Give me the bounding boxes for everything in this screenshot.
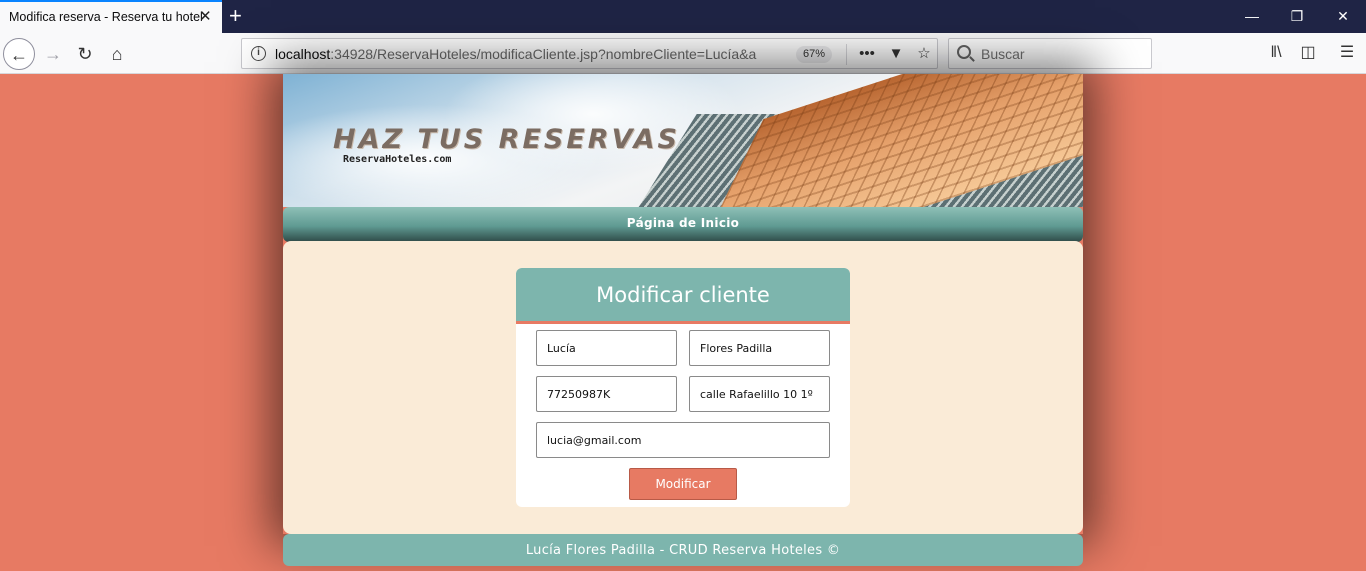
browser-titlebar: Modifica reserva - Reserva tu hotel ✕ + … xyxy=(0,0,1366,33)
reload-icon[interactable]: ↻ xyxy=(69,38,101,70)
window-close-icon[interactable]: ✕ xyxy=(1333,6,1353,26)
page-container: HAZ TUS RESERVAS ReservaHoteles.com Pági… xyxy=(283,74,1083,571)
library-icon[interactable]: ‖\ xyxy=(1266,43,1286,63)
form-header: Modificar cliente xyxy=(516,268,850,324)
email-field[interactable] xyxy=(536,422,830,458)
url-bar[interactable]: i localhost:34928/ReservaHoteles/modific… xyxy=(241,38,938,69)
search-placeholder: Buscar xyxy=(981,46,1025,62)
header-banner: HAZ TUS RESERVAS ReservaHoteles.com xyxy=(283,74,1083,207)
zoom-indicator[interactable]: 67% xyxy=(796,46,833,63)
url-host: localhost xyxy=(275,46,331,62)
sidebar-icon[interactable]: ◫ xyxy=(1298,43,1318,63)
nav-home-link[interactable]: Página de Inicio xyxy=(627,216,739,230)
url-divider xyxy=(846,44,847,65)
footer-text: Lucía Flores Padilla - CRUD Reserva Hote… xyxy=(525,543,841,558)
browser-navbar: ← → ↻ ⌂ i localhost:34928/ReservaHoteles… xyxy=(0,33,1366,74)
search-bar[interactable]: Buscar xyxy=(948,38,1152,69)
home-icon[interactable]: ⌂ xyxy=(101,38,133,70)
banner-subtitle: ReservaHoteles.com xyxy=(343,154,452,165)
apellidos-field[interactable] xyxy=(689,330,830,366)
pocket-icon[interactable]: ▼ xyxy=(886,44,906,64)
new-tab-icon[interactable]: + xyxy=(229,3,242,29)
hamburger-menu-icon[interactable]: ☰ xyxy=(1337,43,1357,63)
form-title: Modificar cliente xyxy=(596,283,770,307)
edit-client-form: Modificar cliente Modificar xyxy=(516,268,850,507)
star-icon[interactable]: ☆ xyxy=(914,44,934,64)
forward-arrow-icon[interactable]: → xyxy=(37,38,69,70)
url-path: :34928/ReservaHoteles/modificaCliente.js… xyxy=(330,46,757,62)
tab-title: Modifica reserva - Reserva tu hotel xyxy=(9,10,203,24)
dni-field[interactable] xyxy=(536,376,677,412)
browser-tab-active[interactable]: Modifica reserva - Reserva tu hotel ✕ xyxy=(0,0,222,33)
page-footer: Lucía Flores Padilla - CRUD Reserva Hote… xyxy=(283,534,1083,566)
tab-close-icon[interactable]: ✕ xyxy=(199,9,212,25)
url-text[interactable]: localhost:34928/ReservaHoteles/modificaC… xyxy=(275,46,757,62)
site-nav: Página de Inicio xyxy=(283,207,1083,242)
window-restore-icon[interactable]: ❐ xyxy=(1287,6,1307,26)
main-content: Modificar cliente Modificar xyxy=(283,241,1083,534)
ellipsis-icon[interactable]: ••• xyxy=(857,44,877,64)
search-icon xyxy=(957,45,971,59)
nombre-field[interactable] xyxy=(536,330,677,366)
banner-title: HAZ TUS RESERVAS xyxy=(333,124,680,155)
direccion-field[interactable] xyxy=(689,376,830,412)
window-minimize-icon[interactable]: — xyxy=(1242,6,1262,26)
back-arrow-icon[interactable]: ← xyxy=(3,38,35,70)
modificar-button[interactable]: Modificar xyxy=(629,468,737,500)
site-info-icon[interactable]: i xyxy=(251,46,266,61)
